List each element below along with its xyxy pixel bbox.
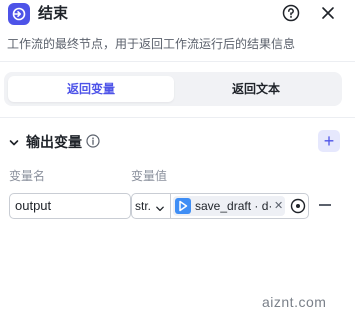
return-mode-tabs: 返回变量 返回文本 (4, 72, 342, 106)
chevron-down-icon (155, 201, 165, 212)
node-description: 工作流的最终节点，用于返回工作流运行后的结果信息 (7, 37, 296, 51)
variable-value-field: str. save_draft · d· ✕ (131, 193, 309, 219)
node-title[interactable]: 结束 (38, 3, 68, 25)
column-header-value: 变量值 (131, 169, 168, 183)
value-type-select[interactable]: str. (132, 194, 171, 218)
column-header-name: 变量名 (9, 169, 46, 183)
remove-reference-icon[interactable]: ✕ (274, 196, 283, 216)
plus-icon: + (323, 131, 335, 151)
node-header: 结束 (6, 0, 349, 32)
variable-reference-tag[interactable]: save_draft · d· ✕ (173, 196, 285, 216)
variable-name-input[interactable]: output (9, 193, 131, 219)
variable-reference-label: save_draft · d· (195, 199, 271, 213)
section-divider (0, 117, 355, 118)
info-icon[interactable] (86, 134, 100, 148)
chevron-down-icon[interactable] (8, 136, 20, 148)
close-icon[interactable] (319, 4, 337, 22)
output-section-header: 输出变量 + (0, 128, 355, 156)
variable-picker-icon[interactable] (290, 198, 306, 214)
help-circle-icon[interactable] (282, 4, 300, 22)
add-output-variable-button[interactable]: + (318, 130, 340, 152)
workflow-node-icon (175, 198, 191, 214)
value-type-label: str. (135, 199, 152, 213)
end-node-icon (8, 3, 30, 25)
tab-return-text[interactable]: 返回文本 (174, 76, 338, 102)
tab-return-variables[interactable]: 返回变量 (8, 76, 174, 102)
output-section-title: 输出变量 (26, 134, 82, 150)
watermark: aiznt.com (262, 294, 327, 310)
remove-row-icon[interactable] (319, 204, 331, 206)
header-divider (0, 61, 355, 62)
